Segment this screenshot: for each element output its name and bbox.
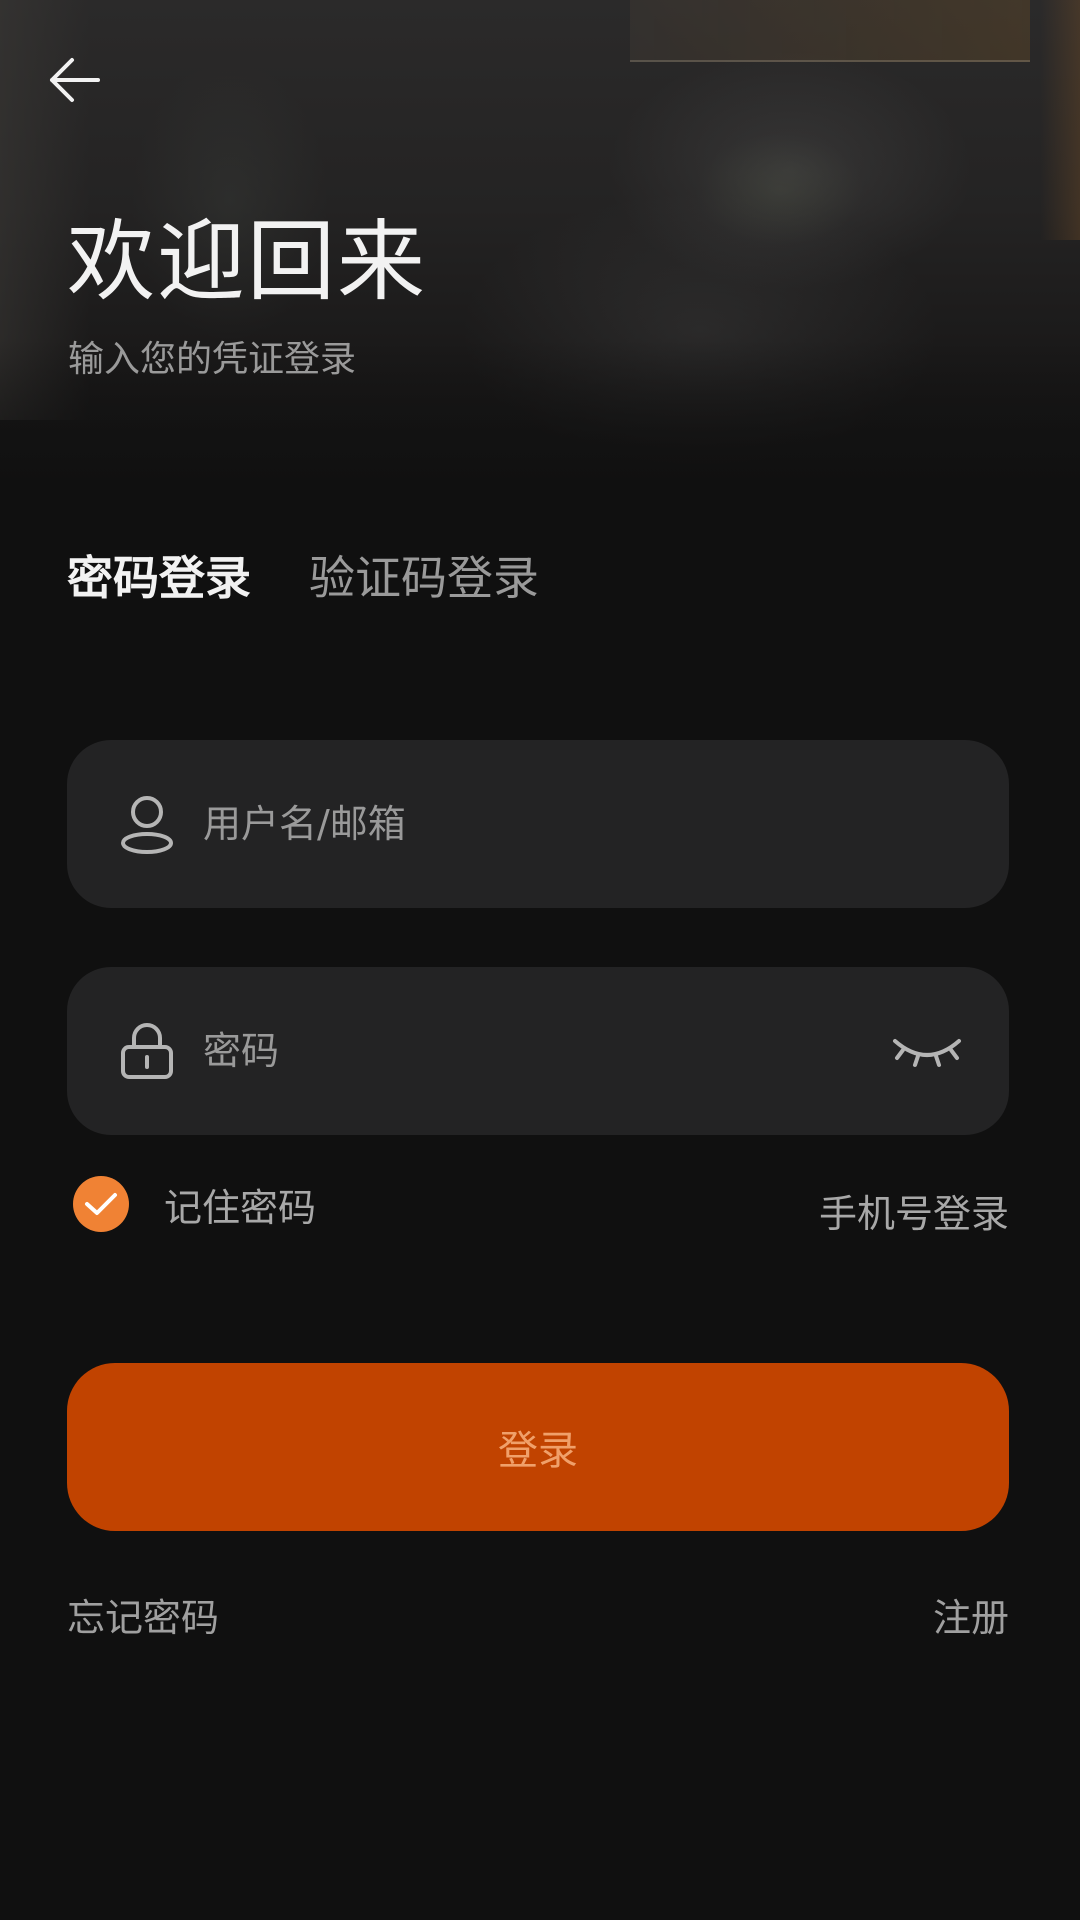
login-button[interactable]: 登录 [67,1363,1009,1531]
page-title: 欢迎回来 [67,210,428,313]
remember-password-checkbox[interactable]: 记住密码 [73,1176,316,1232]
remember-password-label: 记住密码 [164,1185,317,1230]
lock-icon [119,1023,175,1079]
eye-closed-icon[interactable] [889,1023,965,1079]
register-link[interactable]: 注册 [933,1587,1009,1642]
forgot-password-link[interactable]: 忘记密码 [67,1587,219,1642]
user-icon [119,796,175,854]
tab-password-login[interactable]: 密码登录 [67,555,251,601]
login-screen: 欢迎回来 输入您的凭证登录 密码登录 验证码登录 用户名/邮箱 记住密码 手机号… [0,0,1080,1920]
back-button[interactable] [44,50,104,110]
username-input[interactable] [201,801,1009,847]
page-subtitle: 输入您的凭证登录 [68,339,357,380]
phone-login-link[interactable]: 手机号登录 [819,1183,1009,1238]
tab-code-login[interactable]: 验证码登录 [309,555,539,601]
wall-frame [630,0,1030,62]
login-tabs: 密码登录 验证码登录 [67,555,539,601]
checkmark-icon [73,1176,129,1232]
password-field[interactable] [67,967,1009,1135]
password-input[interactable] [201,1028,889,1074]
curtain-right [1040,0,1080,240]
username-field[interactable] [67,740,1009,908]
arrow-left-icon [50,58,100,102]
